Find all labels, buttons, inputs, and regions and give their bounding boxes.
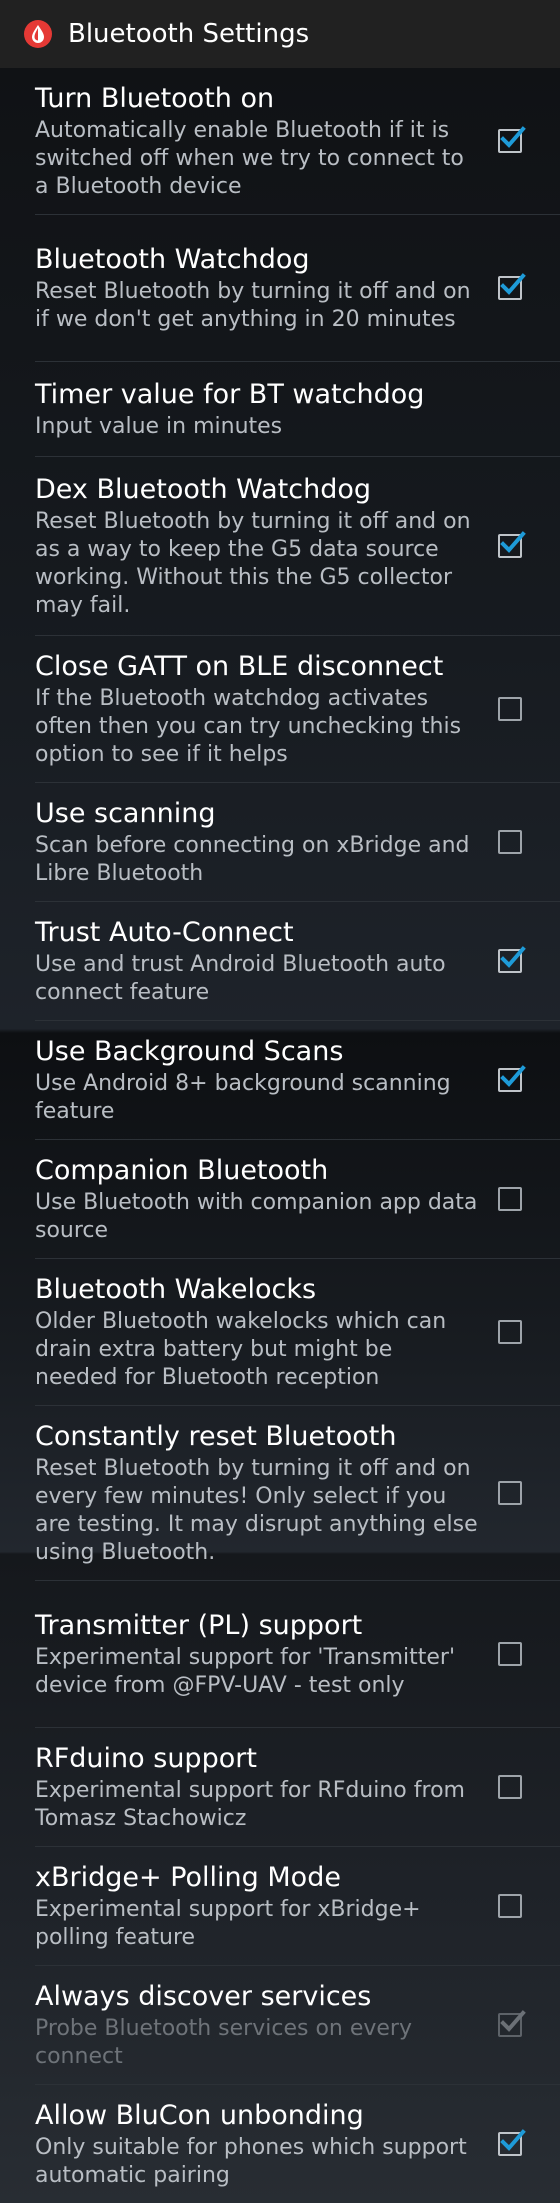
setting-title: Allow BluCon unbonding [35, 2100, 364, 2131]
checkbox-checked[interactable] [498, 531, 526, 558]
checkbox-unchecked[interactable] [498, 1642, 522, 1666]
setting-text: xBridge+ Polling Mode Experimental suppor… [35, 1860, 498, 1952]
checkbox-unchecked[interactable] [498, 697, 522, 721]
setting-summary: Scan before connecting on xBridge and Li… [35, 833, 470, 886]
setting-title: Dex Bluetooth Watchdog [35, 474, 371, 505]
setting-summary: Automatically enable Bluetooth if it is … [35, 118, 464, 199]
setting-row[interactable]: Companion Bluetooth Use Bluetooth with co… [0, 1140, 560, 1258]
setting-title: Close GATT on BLE disconnect [35, 651, 444, 682]
setting-summary: Probe Bluetooth services on every connec… [35, 2016, 412, 2069]
checkbox-checked[interactable] [498, 2129, 526, 2156]
checkbox-unchecked[interactable] [498, 1775, 522, 1799]
checkbox-checked [498, 2010, 526, 2037]
setting-text: Constantly reset Bluetooth Reset Bluetoot… [35, 1419, 498, 1567]
checkmark-icon [500, 1065, 526, 1087]
setting-title: Transmitter (PL) support [35, 1610, 363, 1641]
setting-text: Timer value for BT watchdog Input value i… [35, 377, 524, 441]
setting-title: Bluetooth Wakelocks [35, 1274, 317, 1305]
setting-row[interactable]: Transmitter (PL) support Experimental sup… [0, 1581, 560, 1727]
setting-text: Dex Bluetooth Watchdog Reset Bluetooth by… [35, 472, 498, 620]
setting-title: Turn Bluetooth on [35, 83, 275, 114]
setting-row[interactable]: Bluetooth Wakelocks Older Bluetooth wakel… [0, 1259, 560, 1405]
checkbox-checked[interactable] [498, 273, 526, 300]
setting-text: Close GATT on BLE disconnect If the Bluet… [35, 649, 498, 769]
checkbox-checked[interactable] [498, 126, 526, 153]
setting-summary: Experimental support for xBridge+ pollin… [35, 1897, 421, 1950]
checkmark-icon [500, 946, 526, 968]
setting-summary: Reset Bluetooth by turning it off and on… [35, 279, 471, 332]
setting-text: RFduino support Experimental support for … [35, 1741, 498, 1833]
checkbox-checked[interactable] [498, 1065, 526, 1092]
checkbox-unchecked[interactable] [498, 1894, 522, 1918]
setting-row[interactable]: xBridge+ Polling Mode Experimental suppor… [0, 1847, 560, 1965]
setting-row[interactable]: Dex Bluetooth Watchdog Reset Bluetooth by… [0, 457, 560, 635]
setting-summary: Older Bluetooth wakelocks which can drai… [35, 1309, 447, 1390]
checkbox-unchecked[interactable] [498, 1187, 522, 1211]
setting-text: Trust Auto-Connect Use and trust Android … [35, 915, 498, 1007]
checkmark-icon [500, 531, 526, 553]
setting-row[interactable]: Timer value for BT watchdog Input value i… [0, 362, 560, 456]
settings-list: Turn Bluetooth on Automatically enable Bl… [0, 68, 560, 2203]
setting-summary: Experimental support for 'Transmitter' d… [35, 1645, 456, 1698]
checkbox-unchecked[interactable] [498, 1320, 522, 1344]
setting-text: Bluetooth Watchdog Reset Bluetooth by tur… [35, 242, 498, 334]
checkmark-icon [500, 273, 526, 295]
setting-summary: Experimental support for RFduino from To… [35, 1778, 465, 1831]
setting-title: Use scanning [35, 798, 216, 829]
setting-row[interactable]: Constantly reset Bluetooth Reset Bluetoot… [0, 1406, 560, 1580]
setting-title: Always discover services [35, 1981, 372, 2012]
setting-summary: Input value in minutes [35, 414, 283, 439]
checkbox-unchecked[interactable] [498, 1481, 522, 1505]
setting-row[interactable]: Use scanning Scan before connecting on xB… [0, 783, 560, 901]
setting-summary: If the Bluetooth watchdog activates ofte… [35, 686, 462, 767]
setting-title: Use Background Scans [35, 1036, 344, 1067]
setting-row[interactable]: Close GATT on BLE disconnect If the Bluet… [0, 636, 560, 782]
setting-summary: Use and trust Android Bluetooth auto con… [35, 952, 446, 1005]
setting-row[interactable]: Trust Auto-Connect Use and trust Android … [0, 902, 560, 1020]
setting-title: Trust Auto-Connect [35, 917, 294, 948]
setting-title: xBridge+ Polling Mode [35, 1862, 341, 1893]
setting-text: Companion Bluetooth Use Bluetooth with co… [35, 1153, 498, 1245]
checkmark-icon [500, 2010, 526, 2032]
checkbox-unchecked[interactable] [498, 830, 522, 854]
setting-row[interactable]: Bluetooth Watchdog Reset Bluetooth by tur… [0, 215, 560, 361]
setting-summary: Reset Bluetooth by turning it off and on… [35, 1456, 478, 1565]
setting-row[interactable]: Turn Bluetooth on Automatically enable Bl… [0, 68, 560, 214]
setting-title: Timer value for BT watchdog [35, 379, 425, 410]
setting-text: Turn Bluetooth on Automatically enable Bl… [35, 81, 498, 201]
checkbox-checked[interactable] [498, 946, 526, 973]
setting-summary: Use Android 8+ background scanning featu… [35, 1071, 451, 1124]
setting-text: Allow BluCon unbonding Only suitable for … [35, 2098, 498, 2190]
app-bar: Bluetooth Settings [0, 0, 560, 68]
checkmark-icon [500, 2129, 526, 2151]
setting-summary: Use Bluetooth with companion app data so… [35, 1190, 478, 1243]
setting-text: Always discover services Probe Bluetooth … [35, 1979, 498, 2071]
setting-summary: Reset Bluetooth by turning it off and on… [35, 509, 471, 618]
setting-title: Bluetooth Watchdog [35, 244, 310, 275]
setting-title: Companion Bluetooth [35, 1155, 329, 1186]
setting-text: Use Background Scans Use Android 8+ backg… [35, 1034, 498, 1126]
page-title: Bluetooth Settings [68, 19, 310, 49]
setting-row[interactable]: Use Background Scans Use Android 8+ backg… [0, 1021, 560, 1139]
setting-text: Use scanning Scan before connecting on xB… [35, 796, 498, 888]
setting-row[interactable]: Allow BluCon unbonding Only suitable for … [0, 2085, 560, 2203]
setting-row: Always discover services Probe Bluetooth … [0, 1966, 560, 2084]
checkmark-icon [500, 126, 526, 148]
setting-summary: Only suitable for phones which support a… [35, 2135, 467, 2188]
setting-title: RFduino support [35, 1743, 257, 1774]
drop-logo-icon [22, 18, 54, 50]
setting-row[interactable]: RFduino support Experimental support for … [0, 1728, 560, 1846]
setting-text: Transmitter (PL) support Experimental sup… [35, 1608, 498, 1700]
setting-title: Constantly reset Bluetooth [35, 1421, 397, 1452]
setting-text: Bluetooth Wakelocks Older Bluetooth wakel… [35, 1272, 498, 1392]
